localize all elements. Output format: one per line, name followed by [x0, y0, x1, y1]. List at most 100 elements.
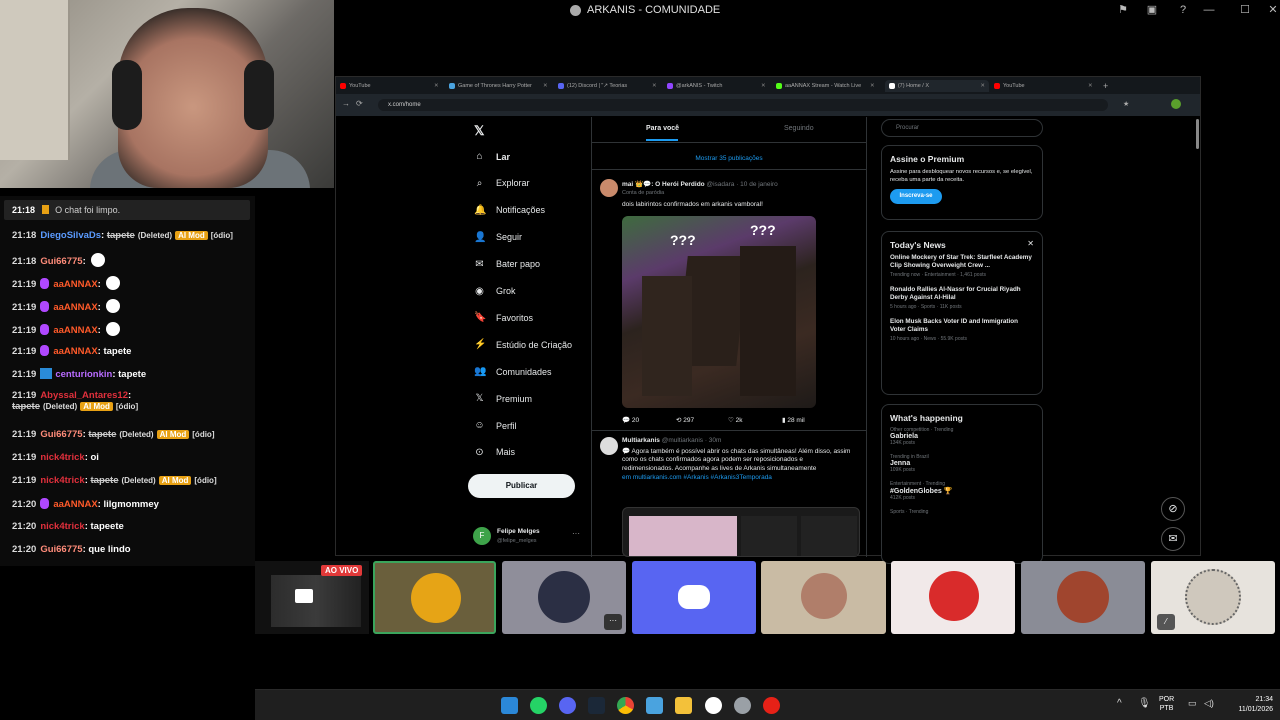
trend-item[interactable]: Other competition · Trending Gabriela 134K…: [890, 427, 1034, 446]
mute-icon[interactable]: ⁄: [1157, 614, 1175, 630]
nav-item[interactable]: ☺ Perfil: [474, 420, 516, 431]
maximize-icon[interactable]: ☐: [1238, 3, 1252, 17]
participant-tile-duck[interactable]: [373, 561, 496, 634]
trend-item[interactable]: Trending in Brazil Jenna 109K posts: [890, 454, 1034, 473]
nav-item[interactable]: ◉ Grok: [474, 286, 515, 297]
profile-avatar-felipe[interactable]: F: [473, 527, 491, 545]
stream-preview-thumb[interactable]: AO VIVO: [255, 561, 369, 634]
chat-username[interactable]: Gui66775: [40, 544, 82, 555]
search-input[interactable]: Procurar: [881, 119, 1043, 137]
participant-tile-2[interactable]: ···: [502, 561, 626, 634]
obs-icon[interactable]: [705, 697, 722, 714]
reload-icon[interactable]: ⟳: [356, 99, 363, 108]
more-icon[interactable]: ···: [604, 614, 622, 630]
news-headline[interactable]: Ronaldo Rallies Al-Nassr for Crucial Riy…: [890, 286, 1034, 302]
participant-tile-5[interactable]: [891, 561, 1015, 634]
chat-username[interactable]: aaANNAX: [53, 346, 97, 357]
grok-icon[interactable]: ⊘: [1161, 497, 1185, 521]
youtube-icon[interactable]: [763, 697, 780, 714]
tab-para-voce[interactable]: Para você: [646, 125, 679, 132]
help-icon[interactable]: ?: [1176, 3, 1190, 17]
nav-item[interactable]: ⌕ Explorar: [474, 178, 530, 189]
nav-item[interactable]: ✉ Bater papo: [474, 259, 540, 270]
participant-tile-7[interactable]: ⁄: [1151, 561, 1275, 634]
nav-item[interactable]: ⚡ Estúdio de Criação: [474, 339, 572, 350]
news-headline[interactable]: Elon Musk Backs Voter ID and Immigration…: [890, 318, 1034, 334]
keyboard-language[interactable]: POR PTB: [1159, 695, 1174, 713]
chevron-up-icon[interactable]: ^: [1117, 698, 1122, 709]
participant-tile-6[interactable]: [1021, 561, 1145, 634]
show-more-posts[interactable]: Mostrar 35 publicações: [592, 155, 866, 162]
chat-username[interactable]: aaANNAX: [53, 499, 97, 510]
browser-tab[interactable]: Game of Thrones Harry Potter ✕: [449, 80, 553, 92]
subscribe-button[interactable]: Inscreva-se: [890, 189, 942, 204]
reply-count[interactable]: 💬 20: [622, 416, 639, 424]
clock[interactable]: 21:34 11/01/2026: [1223, 695, 1273, 715]
url-field[interactable]: x.com/home: [378, 99, 1108, 111]
whatsapp-icon[interactable]: [530, 697, 547, 714]
start-icon[interactable]: [501, 697, 518, 714]
publish-button[interactable]: Publicar: [468, 474, 575, 498]
news-headline[interactable]: Online Mockery of Star Trek: Starfleet A…: [890, 254, 1034, 270]
profile-avatar[interactable]: [1171, 99, 1181, 109]
participant-tile-4[interactable]: [761, 561, 886, 634]
chat-username[interactable]: aaANNAX: [53, 325, 97, 336]
discord-icon[interactable]: [559, 697, 576, 714]
nav-item[interactable]: ⌂ Lar: [474, 151, 510, 162]
chat-username[interactable]: nick4trick: [40, 521, 84, 532]
post-avatar[interactable]: [600, 179, 618, 197]
scrollbar[interactable]: [1196, 119, 1199, 149]
post-media-screenshot[interactable]: [622, 507, 860, 557]
participant-tile-discord[interactable]: [632, 561, 756, 634]
trend-item[interactable]: Entertainment · Trending #GoldenGlobes 🏆 4…: [890, 481, 1034, 501]
messages-icon[interactable]: ✉: [1161, 527, 1185, 551]
flag-icon[interactable]: ⚑: [1116, 3, 1130, 17]
browser-tab[interactable]: (7) Home / X ✕: [885, 80, 989, 92]
view-count[interactable]: ▮ 28 mil: [782, 416, 805, 424]
settings-icon[interactable]: [734, 697, 751, 714]
post-author[interactable]: mai 👑💬: O Herói Perdido @isadara · 10 de…: [622, 180, 778, 188]
chat-username[interactable]: Gui66775: [40, 256, 82, 267]
photos-icon[interactable]: [646, 697, 663, 714]
chat-username[interactable]: centurionkin: [55, 369, 112, 380]
nav-item[interactable]: 👥 Comunidades: [474, 366, 552, 377]
browser-tab[interactable]: YouTube ✕: [994, 80, 1098, 92]
chat-username[interactable]: Abyssal_Antares12: [40, 390, 128, 401]
new-tab-button[interactable]: +: [1103, 80, 1108, 92]
chat-username[interactable]: aaANNAX: [53, 279, 97, 290]
x-logo-icon[interactable]: 𝕏: [474, 123, 484, 139]
bookmark-star-icon[interactable]: ★: [1123, 100, 1129, 108]
nav-item[interactable]: ⊙ Mais: [474, 447, 515, 458]
chat-username[interactable]: nick4trick: [40, 452, 84, 463]
close-icon[interactable]: ✕: [1027, 239, 1034, 248]
post-avatar-multiarkanis[interactable]: [600, 437, 618, 455]
browser-tab[interactable]: YouTube ✕: [340, 80, 444, 92]
browser-tab[interactable]: @arkANIS - Twitch ✕: [667, 80, 771, 92]
trend-item[interactable]: Sports · Trending: [890, 509, 1034, 515]
inbox-icon[interactable]: ▣: [1145, 3, 1159, 17]
tab-seguindo[interactable]: Seguindo: [784, 125, 814, 132]
network-icon[interactable]: ▭: [1188, 698, 1197, 709]
more-dots-icon[interactable]: ···: [572, 529, 580, 538]
repost-count[interactable]: ⟲ 297: [676, 416, 694, 424]
post-media-image[interactable]: ??? ???: [622, 216, 816, 408]
file-explorer-icon[interactable]: [675, 697, 692, 714]
chat-username[interactable]: DiegoSilvaDs: [40, 230, 101, 241]
browser-tab[interactable]: aaANNAX Stream - Watch Live ✕: [776, 80, 880, 92]
post-author[interactable]: Multiarkanis @multiarkanis · 30m: [622, 437, 721, 444]
chat-username[interactable]: nick4trick: [40, 475, 84, 486]
browser-tab[interactable]: (12) Discord | "↗ Teorias ✕: [558, 80, 662, 92]
microphone-icon[interactable]: 🎙: [1138, 698, 1151, 709]
nav-item[interactable]: 𝕏 Premium: [474, 393, 532, 404]
like-count[interactable]: ♡ 2k: [728, 416, 743, 424]
nav-item[interactable]: 🔖 Favoritos: [474, 312, 533, 323]
chat-username[interactable]: aaANNAX: [53, 302, 97, 313]
forward-icon[interactable]: →: [342, 99, 350, 108]
volume-icon[interactable]: ◁): [1204, 698, 1214, 709]
minimize-icon[interactable]: —: [1202, 3, 1216, 17]
chat-username[interactable]: Gui66775: [40, 429, 82, 440]
close-icon[interactable]: ✕: [1266, 3, 1280, 17]
nav-item[interactable]: 👤 Seguir: [474, 232, 522, 243]
nav-item[interactable]: 🔔 Notificações: [474, 205, 545, 216]
steam-icon[interactable]: [588, 697, 605, 714]
